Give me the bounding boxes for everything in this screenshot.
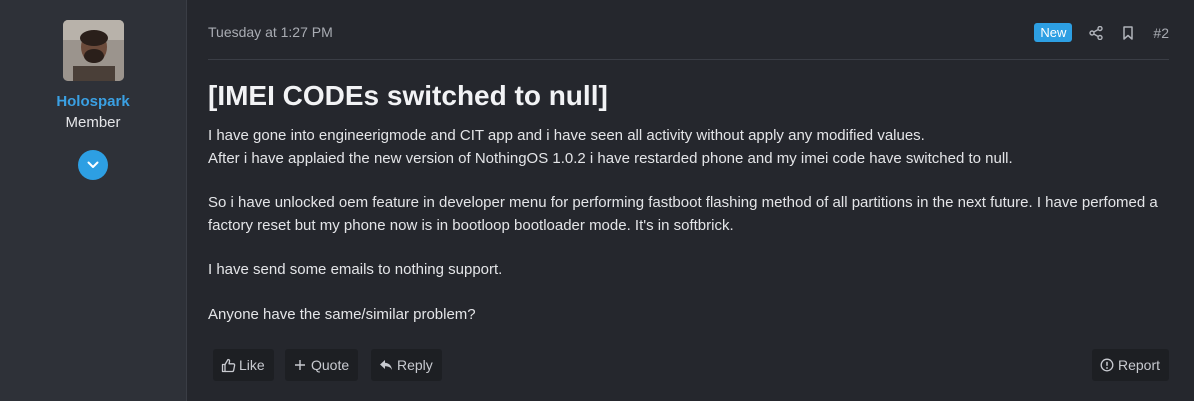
like-label: Like: [239, 357, 265, 373]
post-paragraph: So i have unlocked oem feature in develo…: [208, 194, 1158, 234]
chevron-down-icon: [87, 161, 99, 168]
avatar-image: [62, 20, 124, 81]
user-title: Member: [65, 114, 121, 131]
share-icon: [1089, 25, 1104, 40]
post-title: [IMEI CODEs switched to null]: [208, 80, 608, 111]
like-button[interactable]: Like: [213, 349, 274, 381]
reply-icon: [378, 357, 394, 373]
reply-button[interactable]: Reply: [371, 349, 442, 381]
expand-user-info-button[interactable]: [78, 150, 108, 180]
share-button[interactable]: [1088, 25, 1104, 41]
quote-button[interactable]: Quote: [285, 349, 359, 381]
post-header-actions: New #2: [1034, 23, 1169, 42]
bookmark-icon: [1123, 25, 1134, 40]
post-body: I have gone into engineerigmode and CIT …: [208, 125, 1169, 326]
user-sidebar: Holospark Member: [0, 0, 187, 401]
info-circle-icon: [1099, 357, 1115, 373]
username[interactable]: Holospark: [56, 93, 129, 111]
post-header: Tuesday at 1:27 PM New #2: [208, 0, 1169, 60]
quote-label: Quote: [311, 357, 350, 373]
bookmark-button[interactable]: [1120, 25, 1136, 41]
report-button[interactable]: Report: [1091, 349, 1169, 381]
reply-label: Reply: [397, 357, 433, 373]
new-badge: New: [1034, 23, 1073, 42]
plus-icon: [292, 357, 308, 373]
post-paragraph: After i have applaied the new version of…: [208, 149, 1013, 167]
post-paragraph: I have send some emails to nothing suppo…: [208, 261, 503, 278]
forum-post: Holospark Member Tuesday at 1:27 PM New: [0, 0, 1194, 401]
post-paragraph: Anyone have the same/similar problem?: [208, 305, 476, 323]
avatar[interactable]: [62, 20, 124, 81]
post-paragraph: I have gone into engineerigmode and CIT …: [208, 127, 925, 144]
post-main: Tuesday at 1:27 PM New #2 [IMEI CODEs sw…: [187, 0, 1194, 401]
thumbs-up-icon: [220, 357, 236, 373]
post-footer: Like Quote Reply Report: [26, 349, 1169, 381]
report-label: Report: [1117, 357, 1160, 373]
post-date[interactable]: Tuesday at 1:27 PM: [208, 24, 333, 40]
post-number-link[interactable]: #2: [1153, 25, 1169, 41]
